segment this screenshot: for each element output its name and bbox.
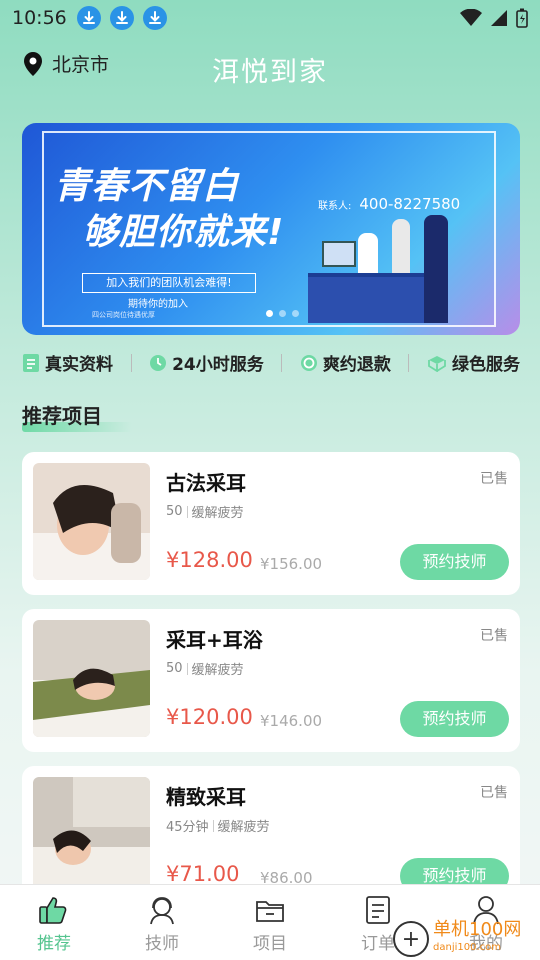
carousel-dot[interactable] (292, 310, 299, 317)
sold-label: 已售 (480, 628, 508, 644)
tab-label: 推荐 (37, 934, 71, 954)
product-image (33, 777, 150, 894)
refund-icon (300, 354, 317, 371)
product-benefit: 缓解疲劳 (217, 820, 270, 835)
desk-illustration (308, 273, 438, 323)
watermark-text: 单机100网 danji100.com (433, 921, 521, 957)
feature-label: 爽约退款 (322, 355, 391, 375)
feature-label: 24小时服务 (172, 355, 264, 375)
download-icon (76, 6, 101, 30)
folder-icon (256, 901, 284, 922)
person-illustration (392, 219, 410, 273)
feature-label: 真实资料 (45, 355, 113, 375)
watermark-title: 单机100网 (433, 919, 522, 940)
person-illustration (424, 215, 448, 323)
divider (186, 662, 188, 675)
product-image (33, 463, 150, 580)
watermark-url: danji100.com (433, 942, 501, 953)
product-price: ¥120.00 (166, 705, 253, 729)
download-icon (142, 6, 167, 30)
tab-projects[interactable]: 项目 (216, 885, 324, 960)
product-duration: 50 (166, 661, 183, 676)
tab-recommend[interactable]: 推荐 (0, 885, 108, 960)
product-card[interactable]: 采耳+耳浴 已售 50 缓解疲劳 ¥120.00 ¥146.00 预约技师 (22, 609, 520, 752)
product-meta: 45分钟 缓解疲劳 (166, 816, 270, 835)
clock-icon (150, 354, 167, 371)
features-row: 真实资料 24小时服务 爽约退款 绿色服务 (22, 350, 520, 375)
divider (212, 819, 214, 832)
banner-small-text: 四公司岗位待遇优厚 (92, 311, 155, 319)
order-icon (366, 896, 390, 924)
product-image (33, 620, 150, 737)
signal-icon (491, 10, 507, 26)
tab-technician[interactable]: 技师 (108, 885, 216, 960)
product-benefit: 缓解疲劳 (191, 506, 244, 521)
divider (408, 353, 410, 372)
download-icon (109, 6, 134, 30)
carousel-dots[interactable] (266, 310, 299, 317)
product-card[interactable]: 古法采耳 已售 50 缓解疲劳 ¥128.00 ¥156.00 预约技师 (22, 452, 520, 595)
product-duration: 50 (166, 504, 183, 519)
status-time: 10:56 (12, 7, 67, 29)
carousel-dot[interactable] (266, 310, 273, 317)
product-original-price: ¥146.00 (260, 712, 323, 730)
product-title: 精致采耳 (166, 785, 246, 809)
tab-label: 订单 (361, 934, 395, 954)
product-benefit: 缓解疲劳 (191, 663, 244, 678)
divider (130, 353, 132, 372)
product-original-price: ¥156.00 (260, 555, 323, 573)
battery-icon (516, 8, 528, 28)
divider (281, 353, 283, 372)
sold-label: 已售 (480, 471, 508, 487)
feature-label: 绿色服务 (451, 355, 520, 375)
banner-join-text: 加入我们的团队机会难得! (82, 273, 256, 293)
product-meta: 50 缓解疲劳 (166, 502, 244, 521)
monitor-illustration (322, 241, 356, 267)
product-title: 古法采耳 (166, 471, 246, 495)
book-technician-button[interactable]: 预约技师 (400, 701, 509, 737)
book-technician-button[interactable]: 预约技师 (400, 544, 509, 580)
banner-headline: 青春不留白 (54, 166, 240, 207)
section-title: 推荐项目 (22, 404, 102, 428)
feature-real-info: 真实资料 (22, 350, 113, 375)
watermark-logo: + 单机100网 danji100.com (393, 918, 540, 960)
divider (186, 505, 188, 518)
banner-subheadline: 够胆你就来! (82, 212, 285, 253)
leaf-icon (428, 355, 446, 372)
banner-contact-number: 400-8227580 (359, 195, 461, 213)
product-title: 采耳+耳浴 (166, 628, 263, 652)
person-illustration (358, 233, 378, 273)
product-meta: 50 缓解疲劳 (166, 659, 244, 678)
feature-24h-service: 24小时服务 (149, 350, 264, 375)
banner-wait-text: 期待你的加入 (128, 299, 188, 310)
sold-label: 已售 (480, 785, 508, 801)
product-duration: 45分钟 (166, 820, 209, 835)
page-title: 洱悦到家 (212, 57, 328, 88)
banner-contact: 联系人: 400-8227580 (318, 195, 460, 213)
carousel-dot[interactable] (279, 310, 286, 317)
plus-icon: + (393, 921, 429, 957)
banner-contact-label: 联系人: (318, 201, 352, 212)
feature-refund: 爽约退款 (300, 350, 391, 375)
wifi-icon (460, 9, 482, 26)
feature-green-service: 绿色服务 (427, 350, 520, 375)
technician-icon (150, 897, 174, 925)
document-icon (23, 353, 39, 372)
tab-label: 项目 (253, 934, 287, 954)
status-bar: 10:56 (0, 0, 540, 36)
promo-banner[interactable]: 青春不留白 够胆你就来! 联系人: 400-8227580 加入我们的团队机会难… (22, 123, 520, 335)
thumbs-up-icon (39, 897, 67, 924)
tab-label: 技师 (145, 934, 179, 954)
product-price: ¥71.00 (166, 862, 240, 886)
product-price: ¥128.00 (166, 548, 253, 572)
